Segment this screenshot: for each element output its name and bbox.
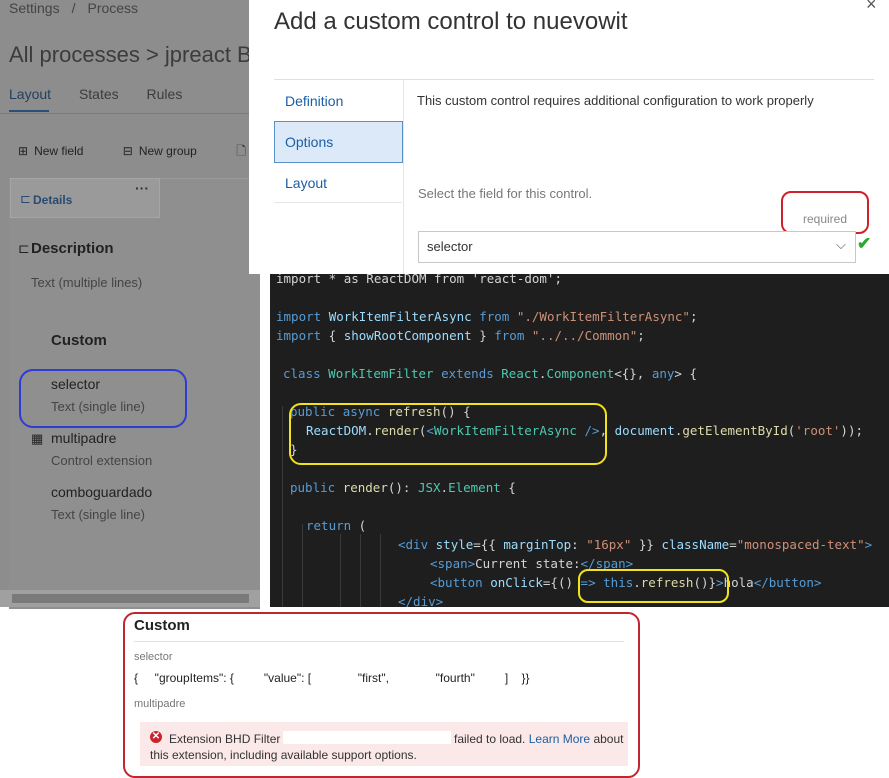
details-icon: ⊏ <box>20 191 31 206</box>
chevron-down-icon[interactable]: ⌵ <box>836 237 846 253</box>
code-line-2: import WorkItemFilterAsync from "./WorkI… <box>276 309 698 324</box>
dialog-title: Add a custom control to nuevowit <box>274 8 628 35</box>
field-select-value: selector <box>427 239 473 254</box>
description-group-title: Description <box>31 240 114 257</box>
new-field-icon: ⊞ <box>18 144 29 158</box>
error-text-start: Extension BHD Filter <box>169 732 281 746</box>
nav-separator <box>403 80 404 274</box>
required-label: required <box>803 212 848 226</box>
new-field-button[interactable]: ⊞ New field <box>18 144 101 158</box>
page-icon: 🗋 <box>236 144 246 158</box>
error-text-middle: failed to load. Learn More about <box>454 732 624 746</box>
code-line-3: import { showRootComponent } from "../..… <box>276 328 645 343</box>
description-type: Text (multiple lines) <box>31 275 143 290</box>
breadcrumb-process[interactable]: Process <box>87 0 138 16</box>
dialog-divider <box>274 79 874 80</box>
breadcrumb-settings[interactable]: Settings <box>9 0 60 16</box>
close-icon[interactable]: × <box>866 0 877 15</box>
redacted-block <box>283 731 451 744</box>
tab-underline <box>9 110 49 112</box>
card-title: Custom <box>134 617 190 634</box>
code-line-4: class WorkItemFilter extends React.Compo… <box>283 366 697 381</box>
extension-icon: ▦ <box>31 431 44 446</box>
custom-group-title: Custom <box>51 332 107 349</box>
code-line-9: return ( <box>306 518 367 533</box>
yellow-highlight-onclick <box>578 569 729 603</box>
details-tab-label: Details <box>33 193 73 207</box>
learn-more-link[interactable]: Learn More <box>529 732 590 746</box>
field-comboguardado-type: Text (single line) <box>51 507 145 522</box>
field-comboguardado-name[interactable]: comboguardado <box>51 484 152 500</box>
field-select-dropdown[interactable] <box>418 231 856 263</box>
scrollbar-thumb[interactable] <box>12 594 249 603</box>
error-text-end: this extension, including available supp… <box>150 748 417 762</box>
new-group-icon: ⊟ <box>122 144 133 158</box>
code-line-8: public render(): JSX.Element { <box>290 480 516 495</box>
yellow-highlight-refresh <box>289 403 607 465</box>
nav-options[interactable]: Options <box>285 134 333 150</box>
page-tabs: Layout States Rules <box>9 86 206 102</box>
card-field-multipadre-label: multipadre <box>134 698 186 710</box>
code-line-10: <div style={{ marginTop: "16px" }} class… <box>398 537 873 552</box>
field-multipadre-name[interactable]: multipadre <box>51 430 116 446</box>
field-multipadre-type: Control extension <box>51 453 153 468</box>
checkmark-icon: ✔ <box>857 234 872 253</box>
code-line-1: import * as ReactDOM from 'react-dom'; <box>276 274 562 286</box>
card-field-selector-label: selector <box>134 651 173 663</box>
breadcrumb: Settings / Process <box>9 0 139 16</box>
field-select-label: Select the field for this control. <box>418 186 593 201</box>
info-text: This custom control requires additional … <box>417 93 814 108</box>
nav-layout[interactable]: Layout <box>285 175 327 191</box>
card-divider <box>134 641 624 642</box>
new-group-button[interactable]: ⊟ New group <box>123 144 215 158</box>
divider <box>0 113 260 114</box>
tab-rules[interactable]: Rules <box>147 86 183 102</box>
more-options-icon[interactable]: ··· <box>135 180 149 196</box>
code-line-13: </div> <box>398 594 444 607</box>
tab-states[interactable]: States <box>79 86 119 102</box>
card-field-selector-value[interactable]: { "groupItems": { "value": [ "first", "f… <box>134 671 530 685</box>
tab-layout[interactable]: Layout <box>9 86 51 102</box>
page-title: All processes > jpreact Basi <box>9 42 280 67</box>
group-icon: ⊏ <box>18 240 30 256</box>
blue-highlight-annotation <box>19 369 187 428</box>
error-icon: ✕ <box>150 731 162 743</box>
nav-definition[interactable]: Definition <box>285 93 343 109</box>
nav-divider <box>274 202 402 203</box>
